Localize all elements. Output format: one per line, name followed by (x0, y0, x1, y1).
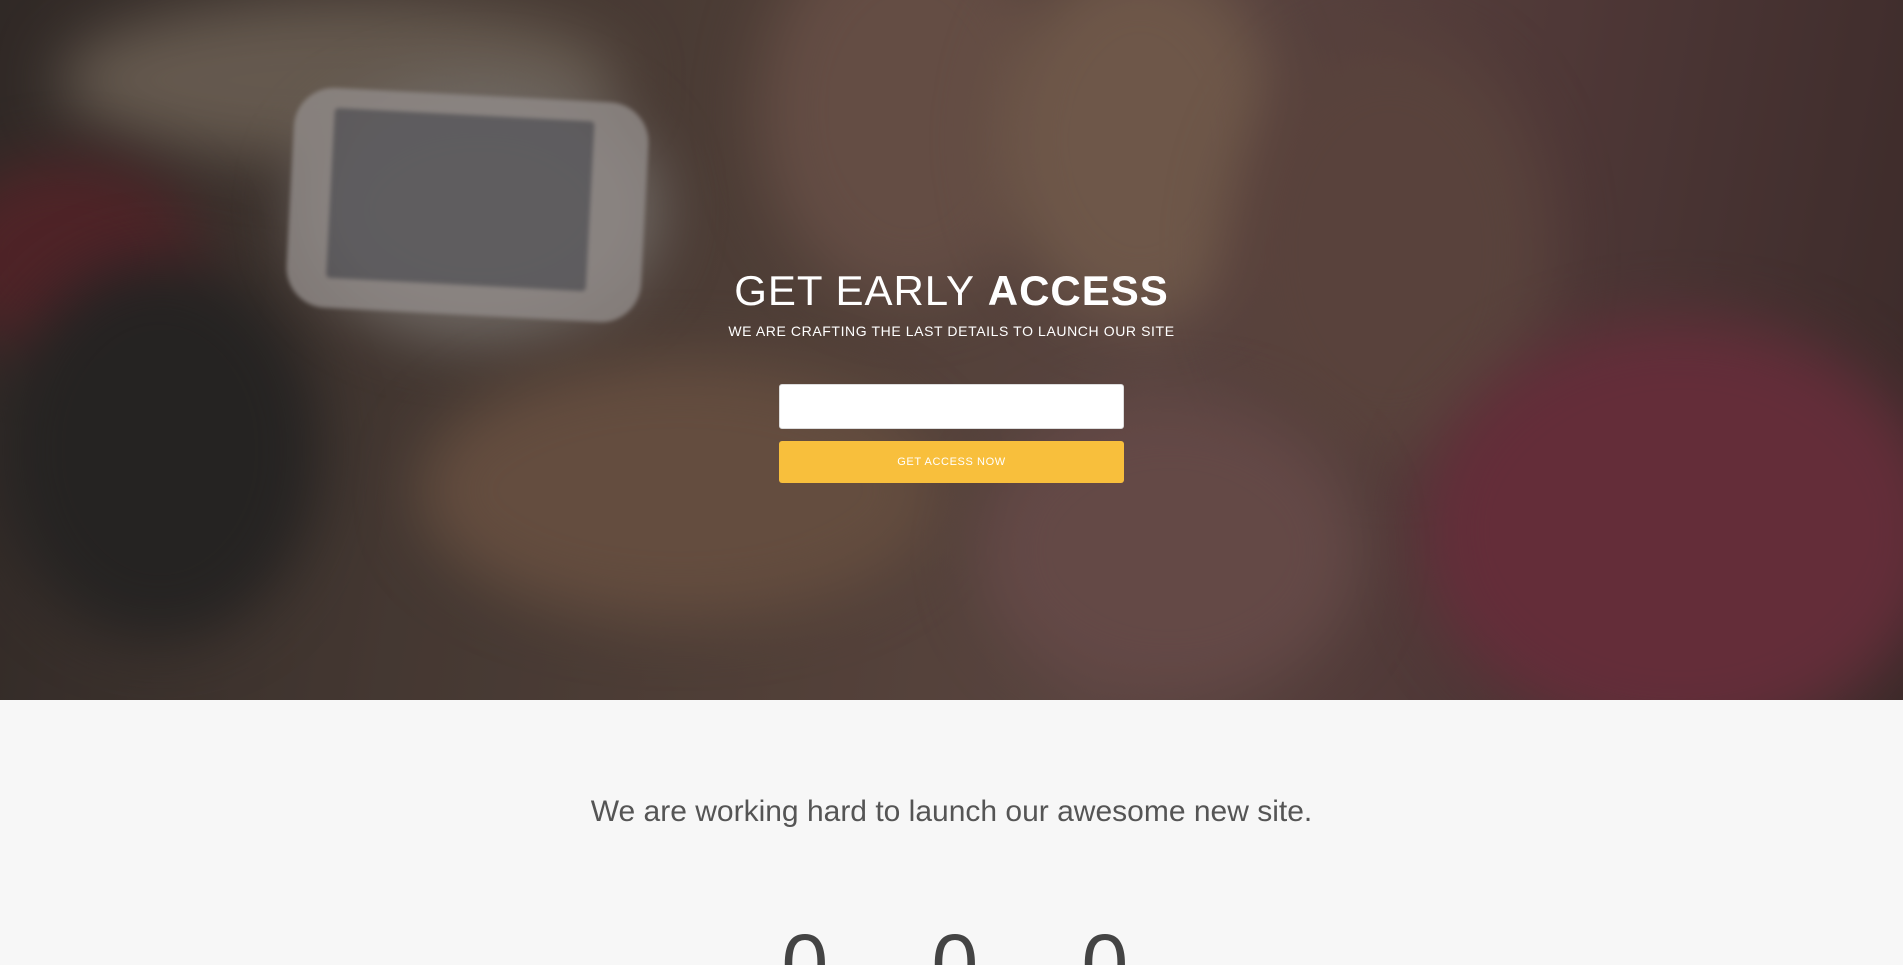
email-input[interactable] (779, 384, 1124, 429)
hero-subheadline: WE ARE CRAFTING THE LAST DETAILS TO LAUN… (728, 323, 1175, 339)
launch-info-section: We are working hard to launch our awesom… (0, 700, 1903, 965)
early-access-form: GET ACCESS NOW (779, 384, 1124, 483)
countdown-value: 0 (1081, 917, 1129, 965)
countdown: 0 0 0 (0, 922, 1903, 965)
hero-headline: GET EARLY ACCESS (0, 265, 1903, 317)
hero-section: GET EARLY ACCESS WE ARE CRAFTING THE LAS… (0, 0, 1903, 700)
countdown-value: 0 (931, 917, 979, 965)
hero-overlay (0, 0, 1903, 700)
get-access-button[interactable]: GET ACCESS NOW (779, 441, 1124, 483)
hero-content: GET EARLY ACCESS WE ARE CRAFTING THE LAS… (0, 265, 1903, 339)
countdown-value: 0 (781, 917, 829, 965)
launch-tagline: We are working hard to launch our awesom… (590, 795, 1313, 828)
headline-bold-text: ACCESS (987, 267, 1169, 314)
headline-light-text: GET EARLY (734, 267, 976, 314)
